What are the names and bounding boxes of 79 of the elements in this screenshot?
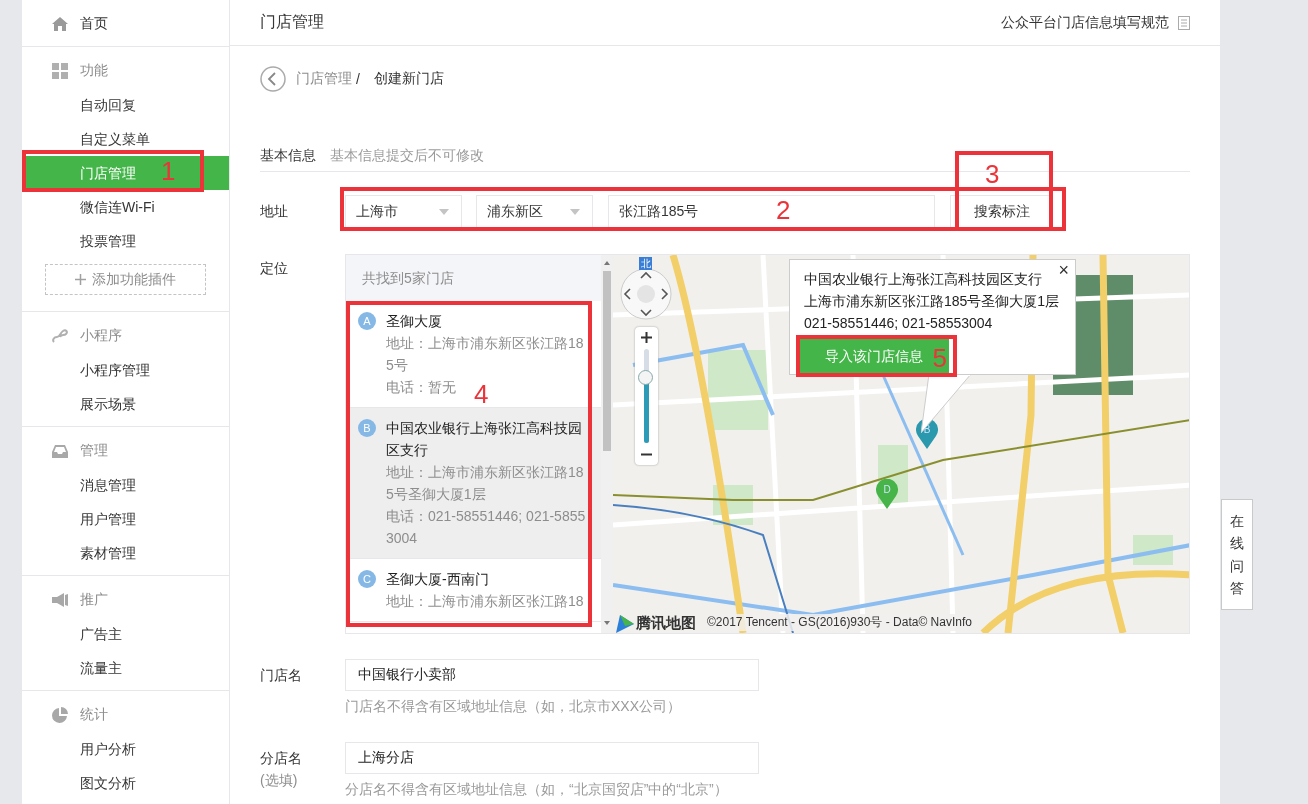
breadcrumb-link[interactable]: 门店管理 (296, 70, 352, 88)
field-label: 分店名 (260, 749, 303, 768)
plus-icon (75, 274, 86, 285)
section-title: 统计 (80, 706, 108, 724)
field-label: 门店名 (260, 666, 303, 685)
map-copyright: ©2017 Tencent - GS(2016)930号 - Data© NavInfo (705, 614, 974, 631)
sidebar-item[interactable]: 流量主 (22, 651, 229, 685)
section-title: 基本信息 (260, 146, 316, 165)
map-logo-text: 腾讯地图 (636, 614, 696, 633)
section-title: 推广 (80, 591, 108, 609)
section-title: 小程序 (80, 327, 122, 345)
back-icon[interactable] (260, 66, 286, 92)
field-label: 定位 (260, 259, 289, 278)
zoom-slider[interactable] (635, 327, 658, 465)
store-name: 圣御大厦 (386, 312, 442, 331)
field-hint: 分店名不得含有区域地址信息（如，“北京国贸店”中的“北京”） (345, 780, 729, 799)
letter-badge: B (358, 419, 376, 437)
store-address: 地址：上海市浦东新区张江路18 (386, 592, 584, 611)
annotation-number: 5 (932, 345, 947, 371)
pan-control-icon[interactable] (620, 268, 672, 320)
annotation-number: 4 (474, 381, 489, 407)
sidebar-item[interactable]: 用户管理 (22, 502, 229, 536)
add-plugin-button[interactable]: 添加功能插件 (45, 264, 206, 295)
section-note: 基本信息提交后不可修改 (330, 146, 484, 165)
page-title: 门店管理 (260, 12, 324, 32)
sidebar-item[interactable]: 广告主 (22, 617, 229, 651)
letter-badge: A (358, 312, 376, 330)
pie-chart-icon (52, 707, 68, 723)
popup-address: 上海市浦东新区张江路185号圣御大厦1层 (804, 292, 1060, 311)
document-icon[interactable] (1178, 15, 1190, 30)
field-hint: 门店名不得含有区域地址信息（如，北京市XXX公司） (345, 697, 682, 716)
store-address: 地址：上海市浦东新区张江路185号 (386, 334, 585, 375)
store-address: 地址：上海市浦东新区张江路185号圣御大厦1层 (386, 463, 585, 504)
store-name-input[interactable]: 中国银行小卖部 (345, 659, 759, 691)
result-count: 共找到5家门店 (346, 255, 601, 301)
close-button[interactable]: × (1058, 260, 1069, 280)
annotation-number: 1 (161, 158, 176, 184)
sidebar-item[interactable]: 微信连Wi-Fi (22, 190, 229, 224)
sidebar-item[interactable]: 图文分析 (22, 766, 229, 800)
sidebar-item[interactable]: 投票管理 (22, 224, 229, 258)
breadcrumb-separator: / (356, 71, 360, 87)
sidebar-item[interactable]: 展示场景 (22, 387, 229, 421)
breadcrumb-current: 创建新门店 (373, 70, 444, 88)
sidebar-item[interactable]: 用户分析 (22, 732, 229, 766)
map-logo-icon (616, 614, 634, 633)
inbox-icon (52, 443, 68, 459)
province-select[interactable]: 上海市 (345, 195, 462, 228)
store-phone: 电话：暂无 (386, 378, 456, 397)
letter-badge: C (358, 570, 376, 588)
field-label: 地址 (260, 202, 289, 221)
sidebar-item[interactable]: 消息管理 (22, 468, 229, 502)
optional-note: (选填) (260, 771, 299, 790)
home-link[interactable]: 首页 (80, 15, 108, 33)
section-title: 管理 (80, 442, 108, 460)
home-icon (52, 16, 68, 32)
sidebar-item[interactable]: 素材管理 (22, 536, 229, 570)
zoom-handle[interactable] (638, 370, 653, 386)
popup-store-name: 中国农业银行上海张江高科技园区支行 (804, 270, 1042, 289)
compass-label: 北 (639, 257, 652, 270)
guide-link[interactable]: 公众平台门店信息填写规范 (1001, 13, 1169, 32)
annotation-number: 2 (776, 197, 791, 223)
online-qa-tab[interactable]: 在线问答 (1221, 499, 1253, 610)
megaphone-icon (52, 592, 68, 608)
sidebar-item[interactable]: 自定义菜单 (22, 122, 229, 156)
caret-icon (570, 208, 580, 215)
grid-icon (52, 63, 68, 79)
store-phone: 电话：021-58551446; 021-58553004 (386, 507, 586, 548)
store-name: 中国农业银行上海张江高科技园区支行 (386, 419, 583, 460)
sidebar-item[interactable]: 小程序管理 (22, 353, 229, 387)
section-title: 功能 (80, 62, 108, 80)
link-icon (52, 328, 68, 344)
popup-phone: 021-58551446; 021-58553004 (804, 314, 993, 333)
annotation-number: 3 (985, 161, 1000, 187)
branch-name-input[interactable]: 上海分店 (345, 742, 759, 774)
caret-icon (439, 208, 449, 215)
store-name: 圣御大厦-西南门 (386, 570, 489, 589)
sidebar-item[interactable]: 自动回复 (22, 88, 229, 122)
plus-icon[interactable] (641, 332, 652, 343)
district-select[interactable]: 浦东新区 (476, 195, 593, 228)
